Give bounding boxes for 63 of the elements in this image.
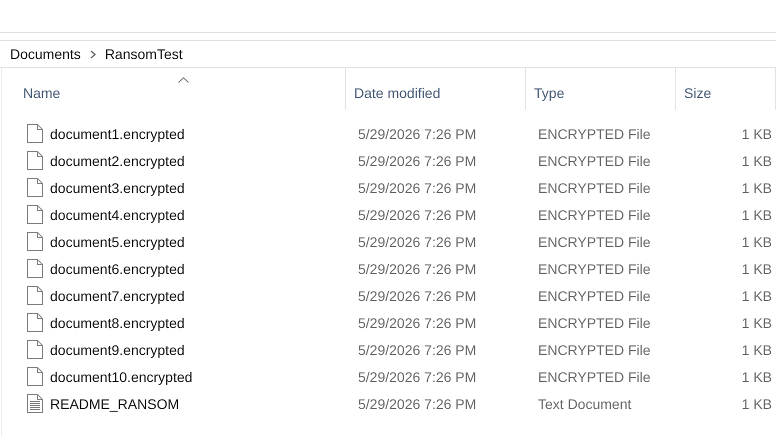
size-cell-text: 1 KB [740, 234, 772, 250]
file-icon [27, 286, 43, 305]
size-cell-text: 1 KB [740, 152, 772, 168]
column-header[interactable]: Type [526, 68, 676, 110]
date-cell-text: 5/29/2026 7:26 PM [357, 234, 478, 250]
file-name[interactable]: document6.encrypted [50, 260, 185, 276]
date-cell-text: 5/29/2026 7:26 PM [357, 260, 478, 276]
file-name[interactable]: document4.encrypted [50, 206, 185, 222]
type-cell-text: ENCRYPTED File [537, 368, 652, 384]
chevron-icon [90, 50, 96, 58]
text-file-icon [27, 394, 43, 413]
file-name[interactable]: document2.encrypted [50, 152, 185, 168]
type-cell-text: ENCRYPTED File [537, 180, 652, 196]
file-icon [27, 340, 43, 359]
column-header[interactable]: Size [676, 68, 776, 110]
type-cell-text: ENCRYPTED File [537, 234, 652, 250]
file-name[interactable]: document1.encrypted [50, 126, 185, 142]
file-icon [27, 151, 43, 170]
date-cell-text: 5/29/2026 7:26 PM [357, 126, 478, 142]
date-cell-text: 5/29/2026 7:26 PM [357, 368, 478, 384]
type-cell-text: ENCRYPTED File [537, 314, 652, 330]
file-icon [27, 232, 43, 251]
date-cell-text: 5/29/2026 7:26 PM [357, 152, 478, 168]
date-cell-text: 5/29/2026 7:26 PM [357, 288, 478, 304]
size-cell-text: 1 KB [740, 368, 772, 384]
type-cell-text: ENCRYPTED File [537, 288, 652, 304]
size-cell-text: 1 KB [740, 126, 772, 142]
breadcrumb-item[interactable]: RansomTest [104, 46, 183, 62]
size-cell-text: 1 KB [740, 342, 772, 358]
column-header[interactable]: Date modified [346, 68, 526, 110]
size-cell-text: 1 KB [740, 288, 772, 304]
file-icon [27, 205, 43, 224]
file-name[interactable]: document10.encrypted [50, 368, 192, 384]
file-name[interactable]: document7.encrypted [50, 288, 185, 304]
type-cell-text: Text Document [537, 396, 632, 412]
file-name[interactable]: document3.encrypted [50, 180, 185, 196]
file-name[interactable]: document5.encrypted [50, 234, 185, 250]
file-name[interactable]: README_RANSOM [50, 396, 180, 412]
date-cell-text: 5/29/2026 7:26 PM [357, 180, 478, 196]
size-cell-text: 1 KB [740, 260, 772, 276]
size-cell-text: 1 KB [740, 396, 772, 412]
type-cell-text: ENCRYPTED File [537, 206, 652, 222]
type-cell-text: ENCRYPTED File [537, 126, 652, 142]
type-cell-text: ENCRYPTED File [537, 260, 652, 276]
file-icon [27, 178, 43, 197]
file-icon [27, 367, 43, 386]
file-icon [27, 259, 43, 278]
size-cell-text: 1 KB [740, 180, 772, 196]
column-header[interactable]: Name [23, 68, 346, 110]
file-icon [27, 313, 43, 332]
type-cell-text: ENCRYPTED File [537, 342, 652, 358]
date-cell-text: 5/29/2026 7:26 PM [357, 314, 478, 330]
date-cell-text: 5/29/2026 7:26 PM [357, 342, 478, 358]
file-name[interactable]: document8.encrypted [50, 314, 185, 330]
file-name[interactable]: document9.encrypted [50, 342, 185, 358]
date-cell-text: 5/29/2026 7:26 PM [357, 396, 478, 412]
size-cell-text: 1 KB [740, 314, 772, 330]
file-icon [27, 124, 43, 143]
breadcrumb-item[interactable]: Documents [10, 46, 81, 62]
size-cell-text: 1 KB [740, 206, 772, 222]
sort-caret-icon [178, 77, 189, 83]
type-cell-text: ENCRYPTED File [537, 152, 652, 168]
date-cell-text: 5/29/2026 7:26 PM [357, 206, 478, 222]
